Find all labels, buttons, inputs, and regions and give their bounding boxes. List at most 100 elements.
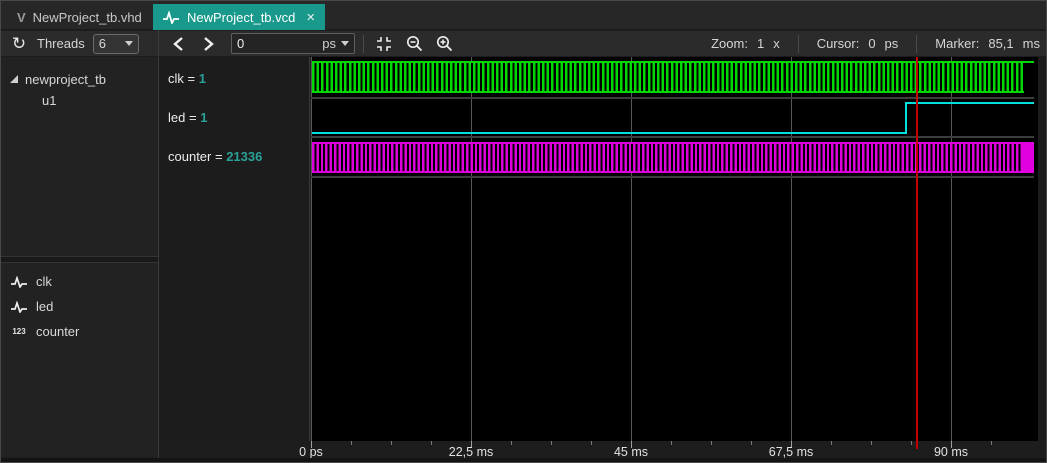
time-axis-scale: 0 ps 22,5 ms 45 ms 67,5 ms 90 ms [299,441,1046,459]
zoom-status-value: 1 [756,36,765,51]
axis-label: 67,5 ms [768,445,814,459]
chevron-left-icon [172,36,183,51]
wave-row-clk[interactable]: clk = 1 [168,71,206,86]
time-unit-value: ps [322,36,336,51]
led-trace-high [905,102,1034,104]
wave-row-led[interactable]: led = 1 [168,110,207,125]
sidebar-toolbar: ↻ Threads 6 [1,31,158,57]
marker-status: Marker: 85,1 ms [935,36,1040,51]
waveform-icon [163,10,180,24]
tree-expander-icon[interactable] [10,75,18,83]
window-bottom-border [1,458,1046,462]
tab-newproject-vcd[interactable]: NewProject_tb.vcd × [153,4,326,30]
marker-status-label: Marker: [935,36,980,51]
waveform-viewer-window: V NewProject_tb.vhd NewProject_tb.vcd × … [0,0,1047,463]
cursor-status-unit: ps [884,36,899,51]
fit-view-button[interactable] [372,33,396,55]
panel-divider[interactable] [1,256,158,263]
gridline [791,57,792,441]
gridline [951,57,952,441]
tab-newproject-vhd[interactable]: V NewProject_tb.vhd [7,4,152,30]
tab-vhd-label: NewProject_tb.vhd [32,9,142,25]
toolbar-separator [363,34,364,53]
next-edge-button[interactable] [197,33,219,55]
zoom-status-unit: x [773,36,780,51]
gridline [471,57,472,441]
axis-label: 90 ms [933,445,969,459]
cursor-status: Cursor: 0 ps [817,36,899,51]
signal-item-clk[interactable]: clk [1,269,158,294]
lane-separator [311,176,1034,178]
refresh-button[interactable]: ↻ [7,33,31,55]
signal-label: led [36,299,54,314]
gridline [311,57,312,441]
lane-separator [311,97,1034,99]
status-separator [797,34,799,53]
close-icon[interactable]: × [306,9,315,26]
tab-vcd-label: NewProject_tb.vcd [187,9,296,25]
hierarchy-tree-panel: newproject_tb u1 [1,57,158,256]
time-unit-select-arrow[interactable] [341,41,349,46]
sidebar-divider[interactable] [158,30,159,458]
zoom-status: Zoom: 1 x [711,36,780,51]
tree-item-u1[interactable]: u1 [42,91,56,109]
threads-select[interactable]: 6 [92,33,139,54]
chevron-right-icon [203,36,214,51]
wave-row-value: 1 [198,71,206,86]
zoom-out-icon [406,35,422,52]
signal-item-counter[interactable]: 123 counter [1,319,158,344]
clk-trace-tail [1024,61,1034,63]
wave-row-value: 1 [200,110,208,125]
wave-icon [10,275,28,288]
prev-edge-button[interactable] [167,33,189,55]
time-input[interactable] [237,36,323,51]
marker-axis-tick [916,441,918,449]
axis-label: 45 ms [613,445,649,459]
signal-label: clk [36,274,52,289]
zoom-in-icon [436,35,452,52]
zoom-out-button[interactable] [402,33,426,55]
tree-item-newproject-tb[interactable]: newproject_tb [10,70,106,88]
waveform-canvas[interactable] [311,57,1038,441]
axis-label: 0 ps [299,445,323,459]
zoom-status-label: Zoom: [711,36,748,51]
status-readouts: Zoom: 1 x Cursor: 0 ps Marker: 85,1 ms [711,34,1040,53]
wave-row-value: 21336 [226,149,263,164]
chevron-down-icon [124,41,133,46]
signal-item-led[interactable]: led [1,294,158,319]
wave-toolbar: ps [159,31,1046,57]
gridline [631,57,632,441]
tree-child-label: u1 [42,92,57,108]
tab-bar: V NewProject_tb.vhd NewProject_tb.vcd × [1,1,1046,30]
canvas-right-margin [1038,57,1046,441]
counter-trace-end-block [1023,142,1034,173]
zoom-in-button[interactable] [432,33,456,55]
wave-row-label: clk = [168,71,196,86]
led-trace-low [312,132,906,134]
cursor-status-value: 0 [868,36,876,51]
fit-view-icon [377,36,391,51]
marker-line[interactable] [916,57,918,441]
threads-label: Threads [37,36,85,51]
time-axis[interactable]: 0 ps 22,5 ms 45 ms 67,5 ms 90 ms [159,441,1046,459]
signal-list-panel: clk led 123 counter [1,263,158,457]
marker-status-value: 85,1 [988,36,1014,51]
signal-label: counter [36,324,80,339]
vhdl-file-icon: V [17,9,26,25]
led-trace-edge [905,102,907,134]
wave-row-label: led = [168,110,197,125]
wave-row-counter[interactable]: counter = 21336 [168,149,262,164]
wave-row-label: counter = [168,149,223,164]
number-icon: 123 [12,327,26,336]
marker-status-unit: ms [1022,36,1040,51]
minor-ticks [311,441,992,445]
wave-names-panel: clk = 1 led = 1 counter = 21336 [159,57,310,441]
tree-root-label: newproject_tb [25,71,106,87]
refresh-icon: ↻ [11,33,27,53]
status-separator [916,34,918,53]
wave-icon [10,300,28,313]
threads-value: 6 [98,36,106,51]
goto-time-field: ps [231,33,355,54]
cursor-status-label: Cursor: [816,36,860,51]
lane-separator [311,136,1034,138]
